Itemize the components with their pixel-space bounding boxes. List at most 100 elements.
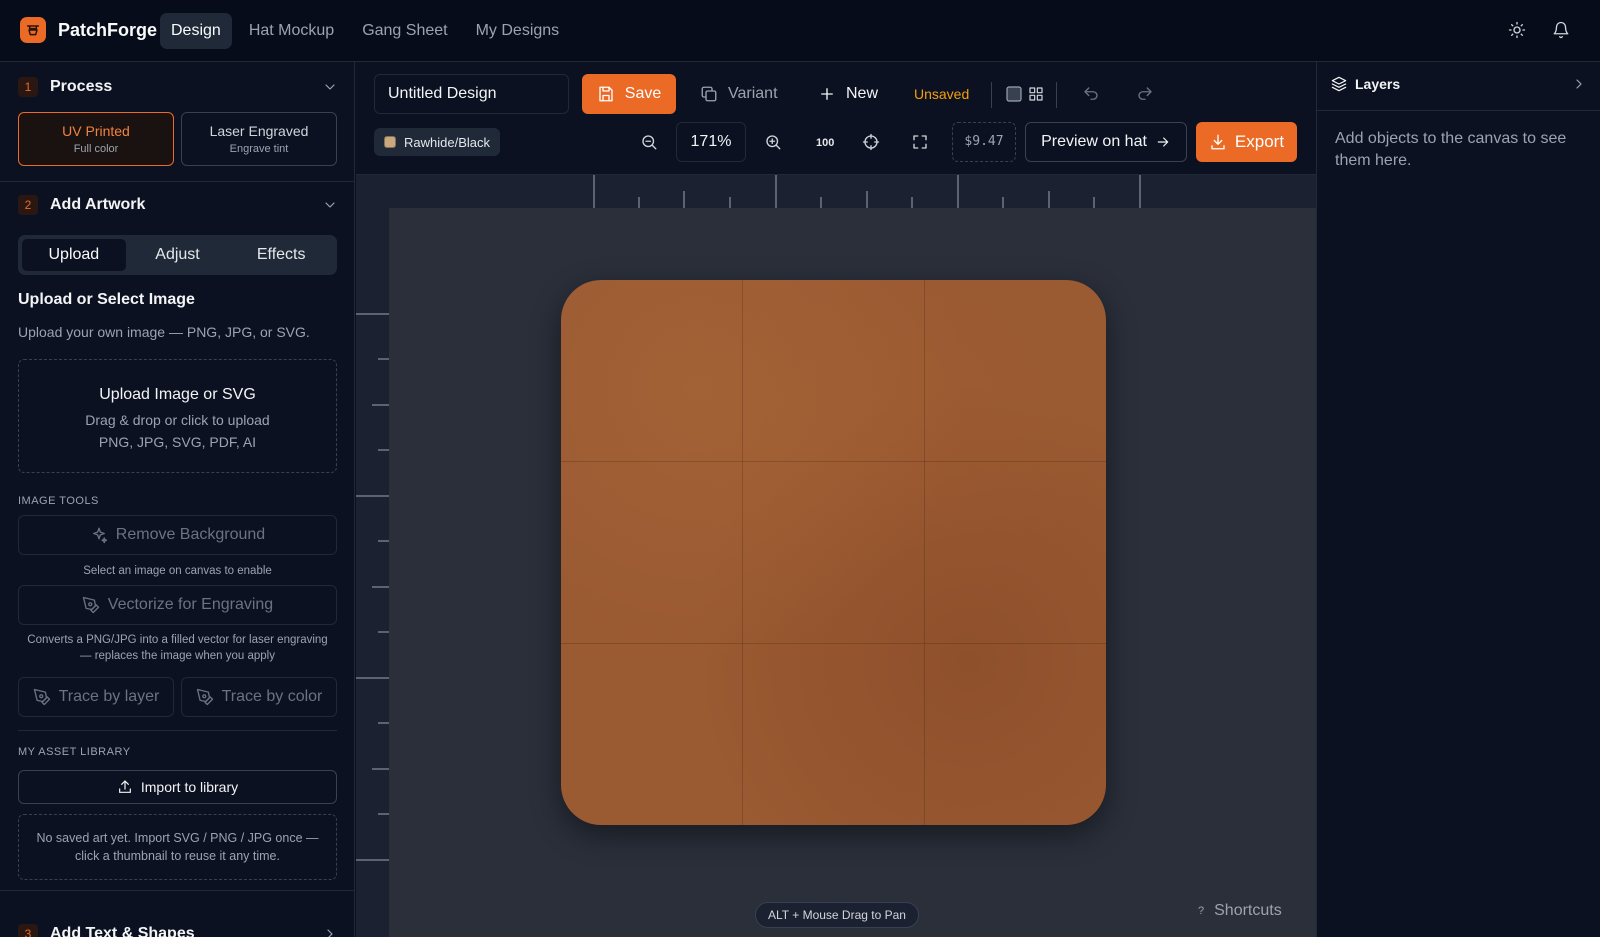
layers-title: Layers [1355, 76, 1401, 92]
zoom-level[interactable]: 171% [676, 122, 746, 162]
price-display: $9.47 [952, 122, 1016, 162]
notifications-bell-icon[interactable] [1552, 21, 1570, 39]
save-status: Unsaved [914, 86, 970, 102]
tab-effects[interactable]: Effects [229, 239, 333, 271]
logo-icon[interactable] [20, 17, 46, 43]
vectorize-note-line-1: Converts a PNG/JPG into a filled vector … [27, 634, 328, 646]
chevron-down-icon[interactable] [322, 197, 338, 213]
arrow-right-icon [1157, 137, 1169, 147]
step-number: 3 [18, 924, 38, 937]
pen-tool-icon [82, 596, 99, 614]
copy-icon [701, 86, 717, 102]
material-swatch [384, 136, 396, 148]
pen-tool-icon [33, 688, 50, 706]
process-option-uv-printed[interactable]: UV Printed Full color [18, 112, 174, 166]
nav-gang-sheet[interactable]: Gang Sheet [351, 13, 458, 49]
save-icon [599, 86, 613, 102]
save-label: Save [624, 85, 662, 102]
undo-icon[interactable] [1082, 85, 1100, 103]
remove-background-label: Remove Background [115, 526, 266, 543]
horizontal-ruler [356, 175, 1316, 208]
process-section-header[interactable]: 1 Process [18, 77, 338, 97]
grid-line [742, 280, 743, 825]
variant-label: Variant [728, 85, 778, 102]
leather-patch-canvas[interactable] [561, 280, 1106, 825]
nav-design[interactable]: Design [160, 13, 232, 49]
preview-label: Preview on hat [1041, 133, 1147, 150]
sparkles-icon [92, 527, 107, 544]
variant-button[interactable]: Variant [700, 74, 778, 114]
theme-toggle-sun-icon[interactable] [1508, 21, 1526, 39]
remove-background-button[interactable]: Remove Background [18, 515, 337, 555]
top-bar: PatchForge Design Hat Mockup Gang Sheet … [0, 0, 1600, 62]
artwork-section-header[interactable]: 2 Add Artwork [18, 195, 338, 215]
artwork-tabs: Upload Adjust Effects [18, 235, 337, 275]
zoom-out-icon[interactable] [640, 133, 658, 151]
divider [1317, 110, 1600, 111]
new-design-button[interactable]: New [818, 74, 878, 114]
zoom-100-button[interactable]: 100 [816, 137, 834, 149]
section-title: Add Artwork [50, 196, 146, 213]
vectorize-note-line-2: — replaces the image when you apply [80, 650, 275, 662]
upload-heading: Upload or Select Image [18, 291, 195, 308]
trace-by-color-button[interactable]: Trace by color [181, 677, 337, 717]
nav-my-designs[interactable]: My Designs [465, 13, 571, 49]
grid-line [924, 280, 925, 825]
step-number: 2 [18, 195, 38, 215]
upload-description: Upload your own image — PNG, JPG, or SVG… [18, 324, 310, 340]
upload-dropzone[interactable]: Upload Image or SVG Drag & drop or click… [18, 359, 337, 473]
process-option-laser-engraved[interactable]: Laser Engraved Engrave tint [181, 112, 337, 166]
grid-line [561, 643, 1106, 644]
chevron-right-icon[interactable] [1571, 76, 1587, 92]
save-button[interactable]: Save [582, 74, 676, 114]
canvas-area[interactable]: ALT + Mouse Drag to Pan ? Shortcuts [356, 175, 1316, 937]
text-shapes-section-header[interactable]: 3 Add Text & Shapes [18, 924, 338, 937]
material-chip[interactable]: Rawhide/Black [374, 128, 500, 156]
import-to-library-button[interactable]: Import to library [18, 770, 337, 804]
asset-library-empty: No saved art yet. Import SVG / PNG / JPG… [18, 814, 337, 880]
chevron-down-icon[interactable] [322, 79, 338, 95]
asset-library-label: MY ASSET LIBRARY [18, 746, 131, 758]
design-name-input[interactable] [374, 74, 569, 114]
option-title: UV Printed [62, 123, 130, 139]
nav-hat-mockup[interactable]: Hat Mockup [238, 13, 345, 49]
fit-screen-icon[interactable] [911, 133, 929, 151]
brand-name[interactable]: PatchForge [58, 20, 157, 41]
design-stage[interactable] [389, 208, 1316, 937]
divider [0, 181, 354, 182]
redo-icon[interactable] [1136, 85, 1154, 103]
vectorize-label: Vectorize for Engraving [107, 596, 274, 613]
divider [0, 890, 354, 891]
layers-header[interactable]: Layers [1331, 76, 1587, 92]
preview-on-hat-button[interactable]: Preview on hat [1025, 122, 1187, 162]
pan-hint: ALT + Mouse Drag to Pan [755, 902, 919, 928]
trace-by-layer-label: Trace by layer [58, 688, 160, 705]
section-title: Add Text & Shapes [50, 925, 195, 937]
help-icon: ? [1198, 905, 1205, 917]
tab-upload[interactable]: Upload [22, 239, 126, 271]
export-button[interactable]: Export [1196, 122, 1297, 162]
step-number: 1 [18, 77, 38, 97]
zoom-in-icon[interactable] [764, 133, 782, 151]
plus-icon [821, 88, 833, 100]
divider [18, 730, 337, 731]
vertical-ruler [356, 208, 389, 937]
export-label: Export [1234, 132, 1285, 151]
dropzone-instructions: Drag & drop or click to upload [85, 412, 270, 428]
chevron-right-icon[interactable] [322, 926, 338, 937]
vectorize-button[interactable]: Vectorize for Engraving [18, 585, 337, 625]
download-icon [1211, 134, 1225, 150]
divider [991, 82, 992, 108]
option-title: Laser Engraved [209, 123, 309, 139]
image-tools-label: IMAGE TOOLS [18, 495, 99, 507]
grid-view-icon[interactable] [1028, 86, 1044, 102]
center-crosshair-icon[interactable] [862, 133, 880, 151]
shortcuts-button[interactable]: ? Shortcuts [1198, 902, 1282, 920]
option-subtitle: Full color [73, 143, 119, 155]
trace-by-layer-button[interactable]: Trace by layer [18, 677, 174, 717]
tab-adjust[interactable]: Adjust [126, 239, 230, 271]
import-label: Import to library [140, 779, 239, 795]
vectorize-note: Converts a PNG/JPG into a filled vector … [18, 632, 337, 664]
single-view-icon[interactable] [1006, 86, 1022, 102]
asset-empty-line-2: click a thumbnail to reuse it any time. [75, 849, 280, 863]
